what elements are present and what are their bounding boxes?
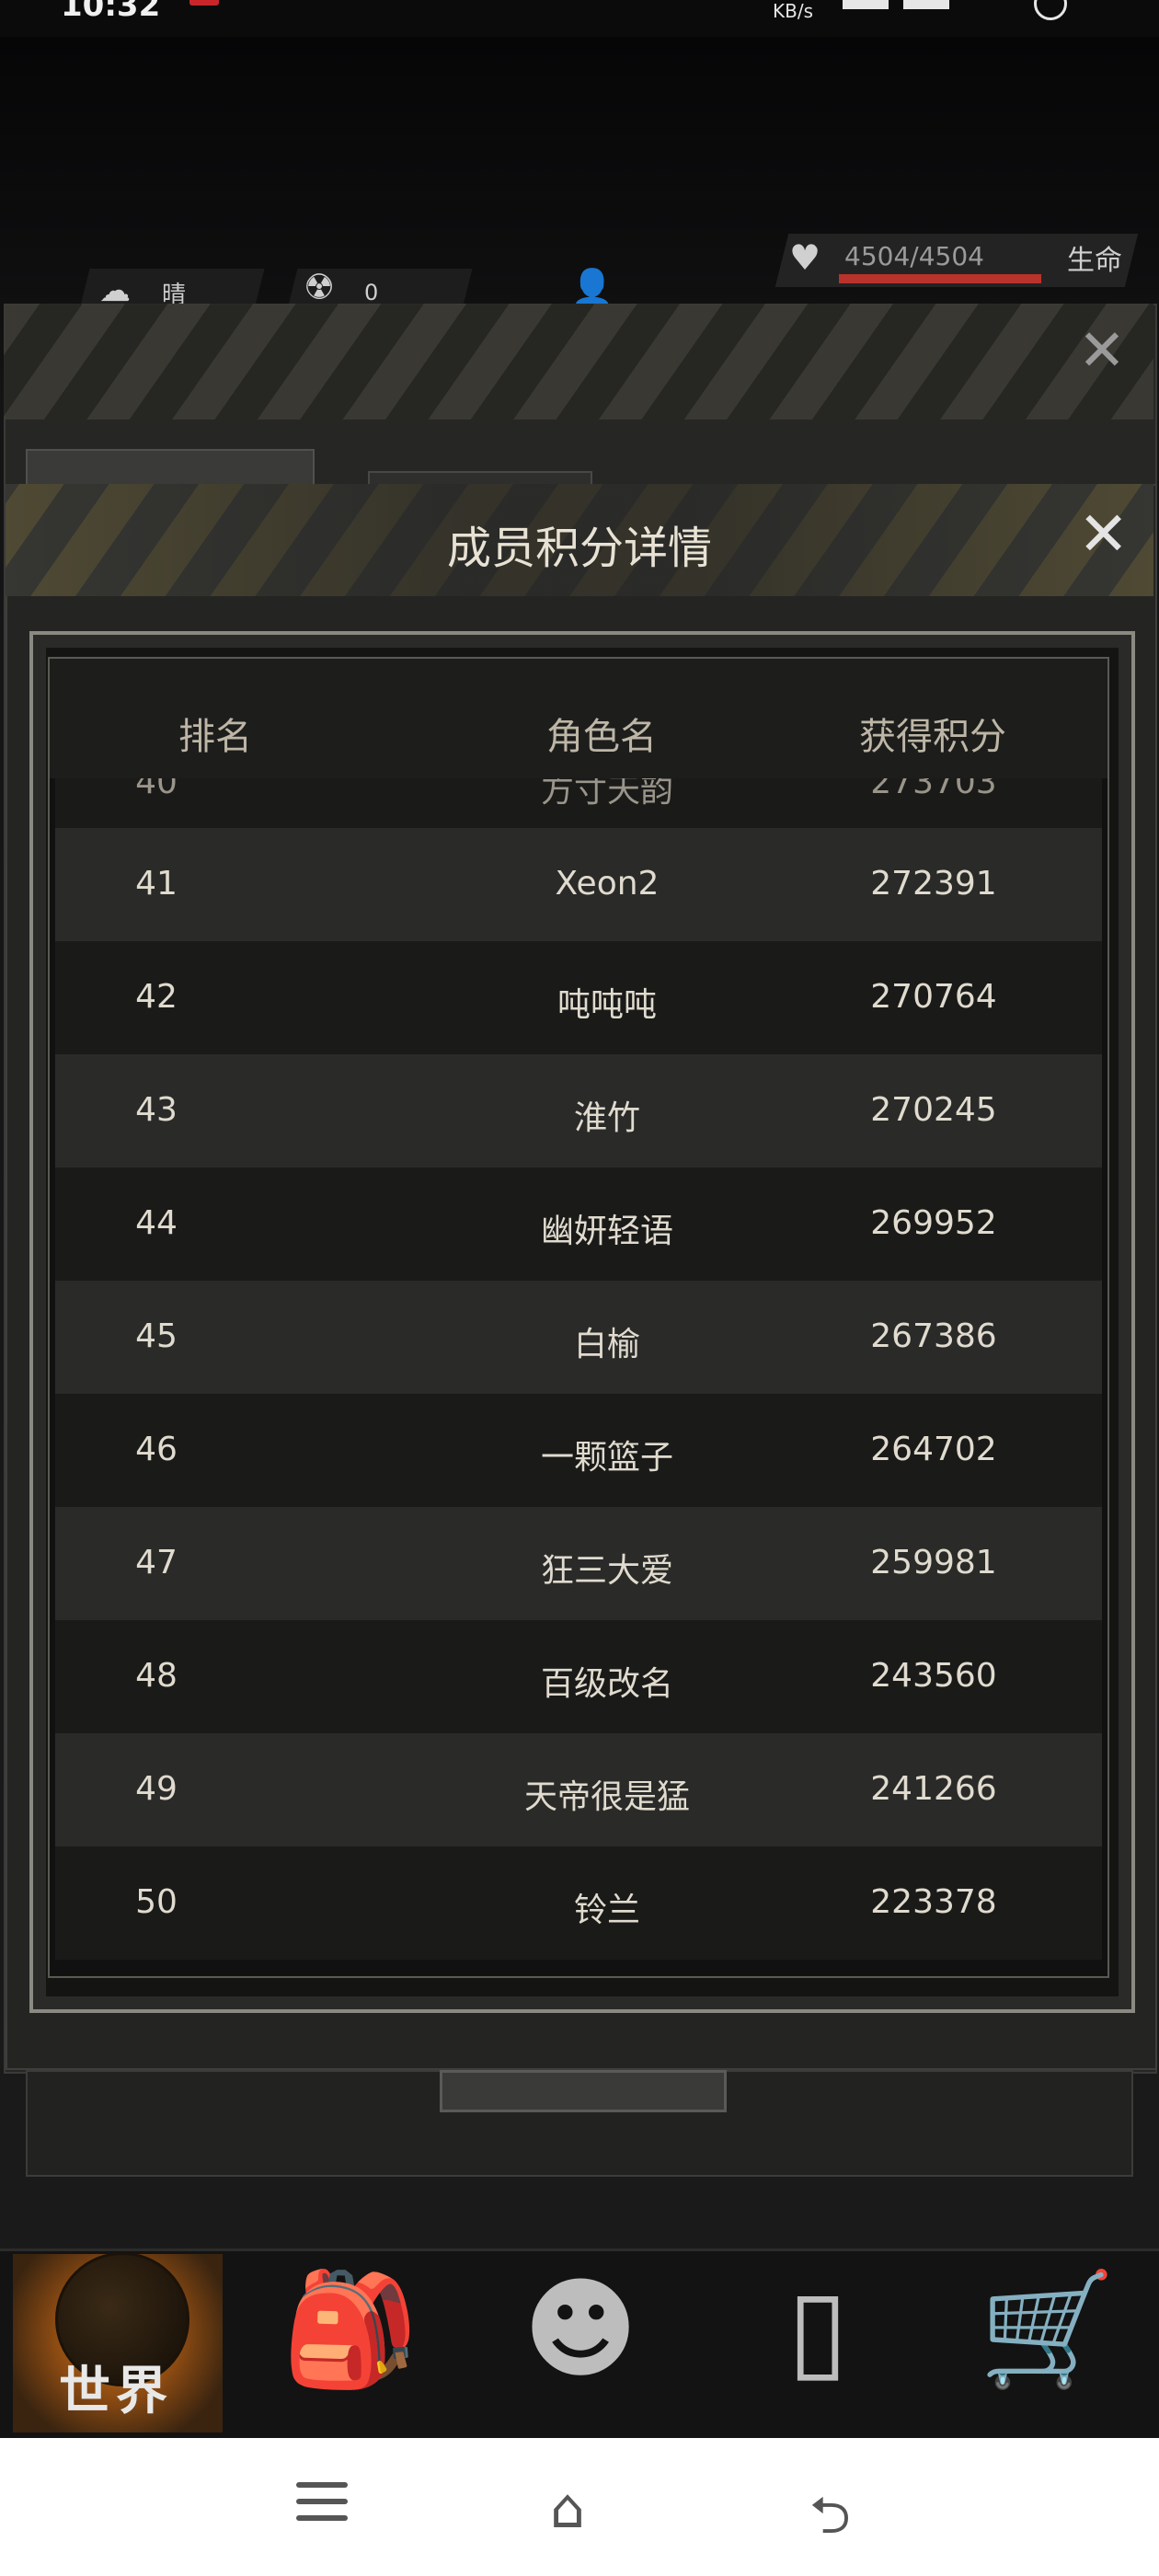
walkie-talkie-icon[interactable]: ▯ — [749, 2261, 887, 2399]
table-row[interactable]: 40 方寸天韵 273703 — [55, 778, 1102, 828]
row-score: 241266 — [870, 1770, 997, 1808]
row-rank: 43 — [135, 1091, 178, 1129]
row-name: 淮竹 — [573, 1099, 640, 1137]
hp-label: 生命 — [1067, 245, 1122, 277]
row-score: 264702 — [870, 1431, 997, 1468]
background-panel-header — [4, 304, 1153, 420]
status-time: 10:32 — [61, 0, 161, 24]
score-table[interactable]: 排名 角色名 获得积分 40 方寸天韵 273703 41 Xeon2 2723… — [48, 657, 1109, 1978]
menu-icon[interactable] — [296, 2482, 348, 2523]
backpack-icon[interactable]: 🎒 — [281, 2261, 419, 2399]
row-rank: 42 — [135, 978, 178, 1016]
column-header-rank: 排名 — [178, 716, 252, 758]
table-row[interactable]: 44 幽妍轻语 269952 — [55, 1167, 1102, 1281]
row-rank: 45 — [135, 1317, 178, 1355]
table-row[interactable]: 47 狂三大爱 259981 — [55, 1507, 1102, 1620]
row-score: 243560 — [870, 1657, 997, 1695]
table-rows[interactable]: 40 方寸天韵 273703 41 Xeon2 272391 42 吨吨吨 27… — [55, 778, 1102, 1960]
row-name: Xeon2 — [555, 865, 660, 903]
column-header-score: 获得积分 — [859, 716, 1006, 758]
column-header-name: 角色名 — [546, 716, 657, 758]
row-name: 百级改名 — [540, 1665, 673, 1703]
row-score: 272391 — [870, 865, 997, 903]
table-row[interactable]: 49 天帝很是猛 241266 — [55, 1733, 1102, 1846]
row-score: 269952 — [870, 1204, 997, 1242]
row-rank: 44 — [135, 1204, 178, 1242]
row-score: 270764 — [870, 978, 997, 1016]
row-score: 259981 — [870, 1544, 997, 1581]
close-icon[interactable]: ✕ — [1078, 504, 1129, 565]
row-rank: 46 — [135, 1431, 178, 1468]
row-name: 一颗篮子 — [540, 1439, 673, 1477]
row-rank: 49 — [135, 1770, 178, 1808]
row-name: 吨吨吨 — [557, 986, 657, 1024]
hp-text: 4504/4504 — [844, 241, 984, 271]
row-name: 铃兰 — [573, 1892, 640, 1929]
close-icon[interactable]: ✕ — [1078, 322, 1126, 379]
row-rank: 47 — [135, 1544, 178, 1581]
table-row[interactable]: 41 Xeon2 272391 — [55, 828, 1102, 941]
background-bottom-button[interactable] — [440, 2070, 727, 2112]
table-row[interactable]: 48 百级改名 243560 — [55, 1620, 1102, 1733]
row-score: 267386 — [870, 1317, 997, 1355]
table-row[interactable]: 43 淮竹 270245 — [55, 1054, 1102, 1167]
hp-bar — [839, 274, 1041, 283]
nav-world-label: 世界 — [59, 2362, 173, 2421]
row-name: 天帝很是猛 — [523, 1778, 690, 1816]
head-gear-icon[interactable]: ☻ — [511, 2261, 649, 2399]
table-row[interactable]: 46 一颗篮子 264702 — [55, 1394, 1102, 1507]
row-name: 方寸天韵 — [540, 778, 673, 810]
person-icon[interactable]: 👤 — [570, 267, 614, 308]
table-row[interactable]: 42 吨吨吨 270764 — [55, 941, 1102, 1054]
notification-icon — [189, 0, 219, 6]
signal-icon — [843, 0, 889, 9]
row-score: 273703 — [870, 778, 997, 801]
row-name: 幽妍轻语 — [540, 1213, 673, 1250]
back-icon[interactable]: ⮌ — [809, 2478, 851, 2566]
status-bar — [0, 0, 1159, 37]
radiation-value: 0 — [364, 280, 379, 305]
radiation-icon: ☢ — [304, 267, 336, 307]
table-header: 排名 角色名 获得积分 — [50, 659, 1107, 778]
row-name: 狂三大爱 — [540, 1552, 673, 1590]
home-icon[interactable]: ⌂ — [550, 2477, 585, 2541]
modal-title: 成员积分详情 — [446, 523, 712, 574]
table-row[interactable]: 50 铃兰 223378 — [55, 1846, 1102, 1960]
row-rank: 50 — [135, 1883, 178, 1921]
row-rank: 41 — [135, 865, 178, 903]
row-rank: 40 — [135, 778, 178, 801]
heart-pulse-icon: ♥ — [789, 237, 821, 278]
shopping-cart-icon[interactable]: 🛒 — [979, 2261, 1117, 2399]
signal-icon — [903, 0, 949, 9]
net-speed: KB/s — [773, 0, 813, 22]
row-score: 223378 — [870, 1883, 997, 1921]
row-score: 270245 — [870, 1091, 997, 1129]
row-rank: 48 — [135, 1657, 178, 1695]
table-row[interactable]: 45 白榆 267386 — [55, 1281, 1102, 1394]
row-name: 白榆 — [573, 1326, 640, 1363]
